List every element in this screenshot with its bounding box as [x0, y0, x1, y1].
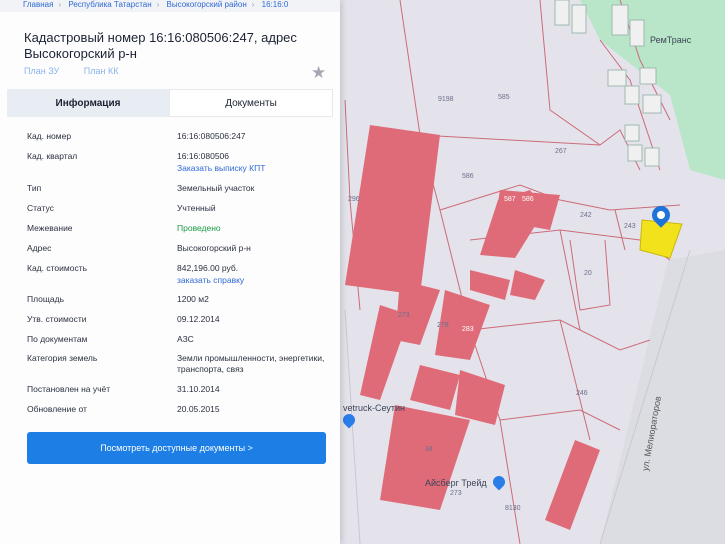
breadcrumb-item[interactable]: Республика Татарстан: [68, 0, 151, 9]
parcel-label: 586: [522, 196, 534, 203]
parcel-label: 8130: [505, 505, 521, 512]
parcel-label: 242: [580, 212, 592, 219]
breadcrumb: Главная › Республика Татарстан › Высокогор…: [0, 0, 340, 12]
plan-kk-link[interactable]: План КК: [84, 66, 119, 76]
property-key: Адрес: [27, 243, 52, 253]
poi-vetruck[interactable]: vetruck-Сеутин: [343, 403, 405, 413]
tab-information[interactable]: Информация: [7, 89, 169, 117]
property-value: Проведено: [177, 223, 221, 233]
order-kpt-link[interactable]: Заказать выписку КПТ: [177, 163, 265, 173]
property-key: Кад. номер: [27, 131, 72, 141]
parcel-label: 243: [624, 223, 636, 230]
property-value: 842,196.00 руб.: [177, 263, 239, 273]
star-icon[interactable]: ★: [311, 64, 326, 81]
parcel-label: 9198: [438, 96, 454, 103]
property-key: Статус: [27, 203, 54, 213]
parcel-label: 34: [425, 446, 433, 453]
plan-links: План ЗУ План КК: [24, 66, 140, 76]
property-value: Высокогорский р-н: [177, 243, 251, 253]
property-key: Обновление от: [27, 404, 87, 414]
breadcrumb-item[interactable]: 16:16:0: [262, 0, 289, 9]
parcel-label: 246: [576, 390, 588, 397]
order-certificate-link[interactable]: заказать справку: [177, 275, 244, 285]
property-value: 20.05.2015: [177, 404, 220, 414]
property-value: 1200 м2: [177, 294, 209, 304]
property-value: Земли промышленности, энергетики, трансп…: [177, 353, 325, 374]
property-key: Утв. стоимости: [27, 314, 87, 324]
page-title: Кадастровый номер 16:16:080506:247, адре…: [24, 30, 297, 61]
property-key: Постановлен на учёт: [27, 384, 111, 394]
property-key: Кад. стоимость: [27, 263, 88, 273]
tab-bar: Информация Документы: [7, 89, 333, 117]
parcel-label: 273: [450, 490, 462, 497]
poi-aisberg-treid[interactable]: Айсберг Трейд: [425, 478, 487, 488]
view-documents-button[interactable]: Посмотреть доступные документы >: [27, 432, 326, 464]
property-key: Тип: [27, 183, 42, 193]
property-value: 31.10.2014: [177, 384, 220, 394]
tab-documents[interactable]: Документы: [169, 89, 333, 117]
property-key: Межевание: [27, 223, 73, 233]
property-value: АЗС: [177, 334, 194, 344]
parcel-label: 278: [437, 322, 449, 329]
parcel-label: 273: [398, 312, 410, 319]
property-value: Земельный участок: [177, 183, 255, 193]
poi-remtrans[interactable]: РемТранс: [650, 35, 691, 45]
parcel-label: 283: [462, 326, 474, 333]
plan-zu-link[interactable]: План ЗУ: [24, 66, 59, 76]
breadcrumb-item[interactable]: Высокогорский район: [167, 0, 247, 9]
property-key: Кад. квартал: [27, 151, 78, 161]
parcel-label: 267: [555, 148, 567, 155]
parcel-label: 296: [348, 196, 360, 203]
property-key: Категория земель: [27, 353, 98, 363]
parcel-label: 587: [504, 196, 516, 203]
property-value: 16:16:080506:247: [177, 131, 246, 141]
property-value: Учтенный: [177, 203, 216, 213]
breadcrumb-item[interactable]: Главная: [23, 0, 53, 9]
property-key: По документам: [27, 334, 88, 344]
parcel-label: 585: [498, 94, 510, 101]
property-value: 09.12.2014: [177, 314, 220, 324]
parcel-label: 20: [584, 270, 592, 277]
parcel-label: 586: [462, 173, 474, 180]
property-key: Площадь: [27, 294, 65, 304]
parcel-info-panel: Главная › Республика Татарстан › Высокогор…: [0, 0, 340, 544]
property-value: 16:16:080506: [177, 151, 229, 161]
